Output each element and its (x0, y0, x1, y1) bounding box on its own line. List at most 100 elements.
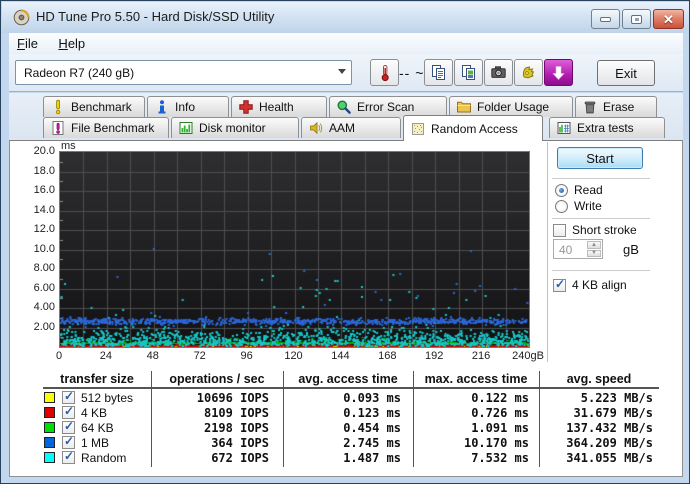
series-color-swatch (44, 422, 55, 433)
chevron-down-icon (338, 69, 346, 74)
screenshot-button[interactable] (484, 59, 513, 86)
tab-disk-monitor[interactable]: Disk monitor (171, 117, 299, 138)
start-button[interactable]: Start (557, 147, 643, 169)
menu-bar: File Help (9, 33, 683, 54)
series-checkbox[interactable] (62, 449, 75, 464)
title-bar[interactable]: HD Tune Pro 5.50 - Hard Disk/SSD Utility… (2, 2, 689, 33)
short-stroke-size-input[interactable]: 40 ▲ ▼ (553, 239, 603, 259)
kb-align-label: 4 KB align (572, 278, 627, 292)
close-button[interactable]: ✕ (653, 9, 684, 29)
window-title: HD Tune Pro 5.50 - Hard Disk/SSD Utility (36, 9, 275, 24)
avg-access-value: 0.454 ms (343, 421, 401, 435)
minimize-button[interactable] (591, 9, 620, 29)
ops-value: 672 IOPS (211, 451, 269, 465)
tab-strip: Benchmark Info Health Error Scan Folder … (9, 93, 683, 141)
tab-aam[interactable]: AAM (301, 117, 401, 138)
menu-help[interactable]: Help (50, 33, 93, 54)
trash-icon (582, 99, 598, 115)
magnifier-icon (336, 99, 352, 115)
tab-aam-label: AAM (329, 121, 356, 135)
tab-erase[interactable]: Erase (575, 96, 657, 117)
tab-info[interactable]: Info (147, 96, 229, 117)
maximize-button[interactable] (622, 9, 651, 29)
close-icon: ✕ (663, 11, 674, 27)
file-exclamation-icon (50, 120, 66, 136)
tab-error-scan[interactable]: Error Scan (329, 96, 447, 117)
series-checkbox[interactable] (62, 389, 75, 404)
series-checkbox[interactable] (62, 404, 75, 419)
x-axis-tick: 168 (378, 350, 397, 362)
read-radio-row[interactable]: Read (555, 183, 603, 197)
exit-button[interactable]: Exit (597, 60, 655, 86)
col-header-operations: operations / sec (169, 372, 265, 386)
avg-speed-value: 341.055 MB/s (566, 451, 653, 465)
speaker-icon (308, 120, 324, 136)
red-cross-icon (238, 99, 254, 115)
tab-folder-usage[interactable]: Folder Usage (449, 96, 573, 117)
table-row: 64 KB 2198 IOPS 0.454 ms 1.091 ms 137.43… (1, 419, 689, 436)
spin-down-icon[interactable]: ▼ (587, 249, 601, 257)
kb-align-row[interactable]: 4 KB align (553, 277, 627, 292)
copy-text-button[interactable] (424, 59, 453, 86)
donate-button[interactable] (514, 59, 543, 86)
menu-file[interactable]: File (9, 33, 46, 54)
app-icon (13, 9, 30, 26)
folder-icon (456, 99, 472, 115)
y-axis-tick: 2.00 (33, 320, 55, 333)
series-checkbox[interactable] (62, 434, 75, 449)
separator (552, 270, 650, 271)
donate-hand-icon (522, 66, 535, 79)
separator (552, 218, 650, 219)
thermometer-icon (381, 64, 389, 81)
col-header-transfer-size: transfer size (60, 372, 134, 386)
series-checkbox[interactable] (62, 419, 75, 434)
x-axis-tick: 72 (193, 350, 206, 362)
series-color-swatch (44, 452, 55, 463)
kb-align-checkbox[interactable] (553, 277, 566, 292)
bar-chart-icon (178, 120, 194, 136)
avg-speed-value: 137.432 MB/s (566, 421, 653, 435)
camera-icon (491, 66, 506, 78)
tab-health[interactable]: Health (231, 96, 327, 117)
short-stroke-label: Short stroke (572, 223, 637, 237)
y-axis-tick: 6.00 (33, 281, 55, 294)
series-color-swatch (44, 437, 55, 448)
copy-image-button[interactable] (454, 59, 483, 86)
update-download-icon (552, 65, 565, 80)
tab-extra-tests-label: Extra tests (577, 121, 634, 135)
y-axis-tick: 4.00 (33, 301, 55, 313)
tab-benchmark[interactable]: Benchmark (43, 96, 145, 117)
series-color-swatch (44, 407, 55, 418)
tab-file-benchmark[interactable]: File Benchmark (43, 117, 169, 138)
ops-value: 10696 IOPS (196, 391, 269, 405)
temperature-button[interactable] (370, 59, 399, 86)
read-radio[interactable] (555, 183, 568, 197)
exit-label: Exit (615, 65, 637, 81)
x-axis-tick: 120 (284, 350, 303, 362)
short-stroke-size-value: 40 (559, 243, 573, 257)
chart-controls-divider (547, 142, 548, 362)
short-stroke-row[interactable]: Short stroke (553, 223, 637, 237)
tab-benchmark-label: Benchmark (71, 100, 132, 114)
avg-access-value: 2.745 ms (343, 436, 401, 450)
drive-select-value: Radeon R7 (240 gB) (24, 66, 135, 80)
separator (552, 178, 650, 179)
series-label: 1 MB (81, 436, 110, 450)
short-stroke-checkbox[interactable] (553, 223, 566, 237)
tab-random-access[interactable]: Random Access (403, 115, 543, 141)
update-button[interactable] (544, 59, 573, 86)
write-radio-row[interactable]: Write (555, 199, 602, 213)
tab-extra-tests[interactable]: Extra tests (549, 117, 665, 138)
y-axis-tick: 8.00 (33, 262, 55, 274)
avg-access-value: 0.123 ms (343, 406, 401, 420)
read-label: Read (574, 183, 603, 197)
series-label: Random (81, 451, 127, 465)
spin-up-icon[interactable]: ▲ (587, 241, 601, 249)
write-radio[interactable] (555, 199, 568, 213)
max-access-value: 10.170 ms (463, 436, 529, 450)
drive-select[interactable]: Radeon R7 (240 gB) (15, 60, 352, 85)
ops-value: 364 IOPS (211, 436, 269, 450)
tab-file-benchmark-label: File Benchmark (71, 121, 155, 135)
exclamation-icon (50, 99, 66, 115)
x-axis-tick: 24 (99, 350, 113, 362)
